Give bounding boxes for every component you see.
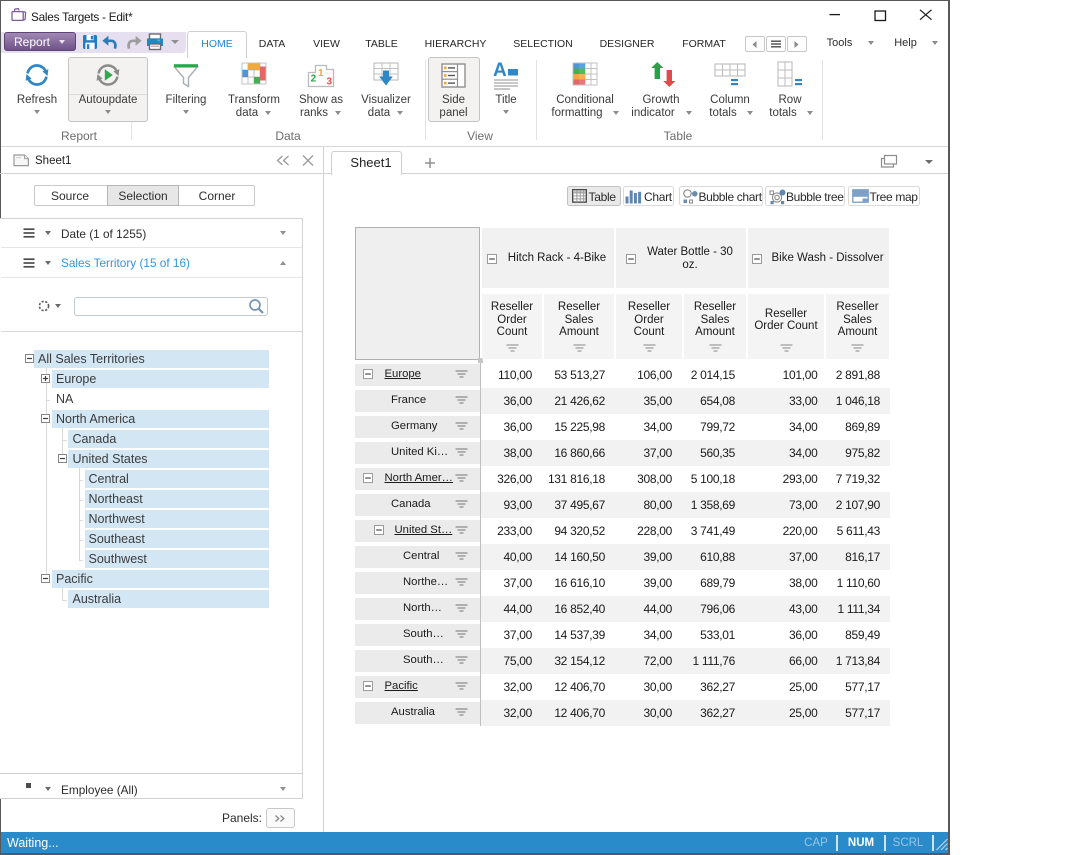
- svg-text:3: 3: [327, 77, 333, 88]
- svg-text:2: 2: [311, 74, 317, 85]
- svg-text:A: A: [493, 60, 507, 81]
- svg-text:1: 1: [318, 68, 324, 79]
